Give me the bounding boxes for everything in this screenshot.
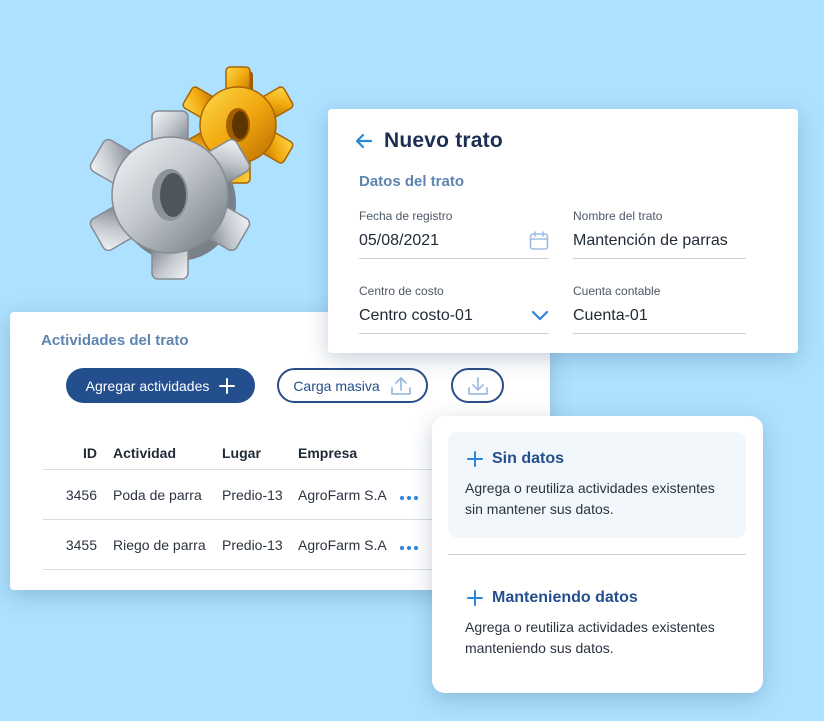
more-icon[interactable] (400, 495, 418, 500)
option-title: Sin datos (492, 450, 565, 467)
table-header-row: ID Actividad Lugar Empresa (43, 437, 443, 470)
add-activities-label: Agregar actividades (85, 377, 210, 394)
activities-table: ID Actividad Lugar Empresa 3456 Poda de … (43, 437, 443, 570)
column-header-activity[interactable]: Actividad (113, 437, 222, 470)
field-label: Centro de costo (359, 284, 444, 298)
cell-place: Predio-13 (222, 469, 298, 520)
deal-form-header: Nuevo trato (354, 129, 503, 153)
cell-company: AgroFarm S.A (298, 519, 400, 570)
field-label: Fecha de registro (359, 209, 453, 223)
option-description: Agrega o reutiliza actividades existente… (465, 480, 715, 517)
more-icon[interactable] (400, 545, 418, 550)
deal-name-value[interactable]: Mantención de parras (573, 232, 728, 250)
back-arrow-icon[interactable] (354, 131, 374, 151)
registration-date-field[interactable]: Fecha de registro 05/08/2021 (359, 209, 549, 259)
chevron-down-icon[interactable] (531, 310, 549, 322)
activities-title: Actividades del trato (41, 332, 189, 349)
download-button[interactable] (451, 368, 504, 403)
section-title: Datos del trato (359, 173, 465, 190)
gears-icon (89, 66, 294, 280)
column-header-id[interactable]: ID (43, 437, 113, 470)
table-row[interactable]: 3456 Poda de parra Predio-13 AgroFarm S.… (43, 469, 443, 520)
deal-name-field[interactable]: Nombre del trato Mantención de parras (573, 209, 746, 259)
account-field[interactable]: Cuenta contable Cuenta-01 (573, 284, 746, 334)
add-activities-button[interactable]: Agregar actividades (66, 368, 255, 403)
add-options-menu: Sin datos Agrega o reutiliza actividades… (432, 416, 763, 693)
upload-icon (390, 376, 411, 395)
option-title: Manteniendo datos (492, 589, 638, 606)
plus-icon (219, 377, 236, 394)
bulk-upload-button[interactable]: Carga masiva (277, 368, 428, 403)
cost-center-value[interactable]: Centro costo-01 (359, 307, 473, 325)
bulk-upload-label: Carga masiva (293, 377, 380, 394)
plus-icon (467, 451, 483, 467)
option-description: Agrega o reutiliza actividades existente… (465, 619, 715, 656)
option-manteniendo-datos[interactable]: Manteniendo datos Agrega o reutiliza act… (448, 571, 746, 671)
account-value[interactable]: Cuenta-01 (573, 307, 648, 325)
cell-activity: Riego de parra (113, 519, 222, 570)
field-label: Nombre del trato (573, 209, 663, 223)
cell-id: 3456 (43, 469, 113, 520)
calendar-icon[interactable] (529, 231, 549, 251)
cell-company: AgroFarm S.A (298, 469, 400, 520)
cost-center-select[interactable]: Centro de costo Centro costo-01 (359, 284, 549, 334)
column-header-company[interactable]: Empresa (298, 437, 400, 470)
column-header-place[interactable]: Lugar (222, 437, 298, 470)
download-icon (467, 376, 488, 395)
registration-date-value[interactable]: 05/08/2021 (359, 232, 439, 250)
table-row[interactable]: 3455 Riego de parra Predio-13 AgroFarm S… (43, 519, 443, 570)
plus-icon (467, 590, 483, 606)
page-title: Nuevo trato (384, 129, 503, 152)
cell-id: 3455 (43, 519, 113, 570)
cell-activity: Poda de parra (113, 469, 222, 520)
cell-place: Predio-13 (222, 519, 298, 570)
deal-form-card: Nuevo trato Datos del trato Fecha de reg… (328, 109, 798, 353)
divider (448, 554, 746, 555)
option-sin-datos[interactable]: Sin datos Agrega o reutiliza actividades… (448, 432, 746, 538)
field-label: Cuenta contable (573, 284, 661, 298)
